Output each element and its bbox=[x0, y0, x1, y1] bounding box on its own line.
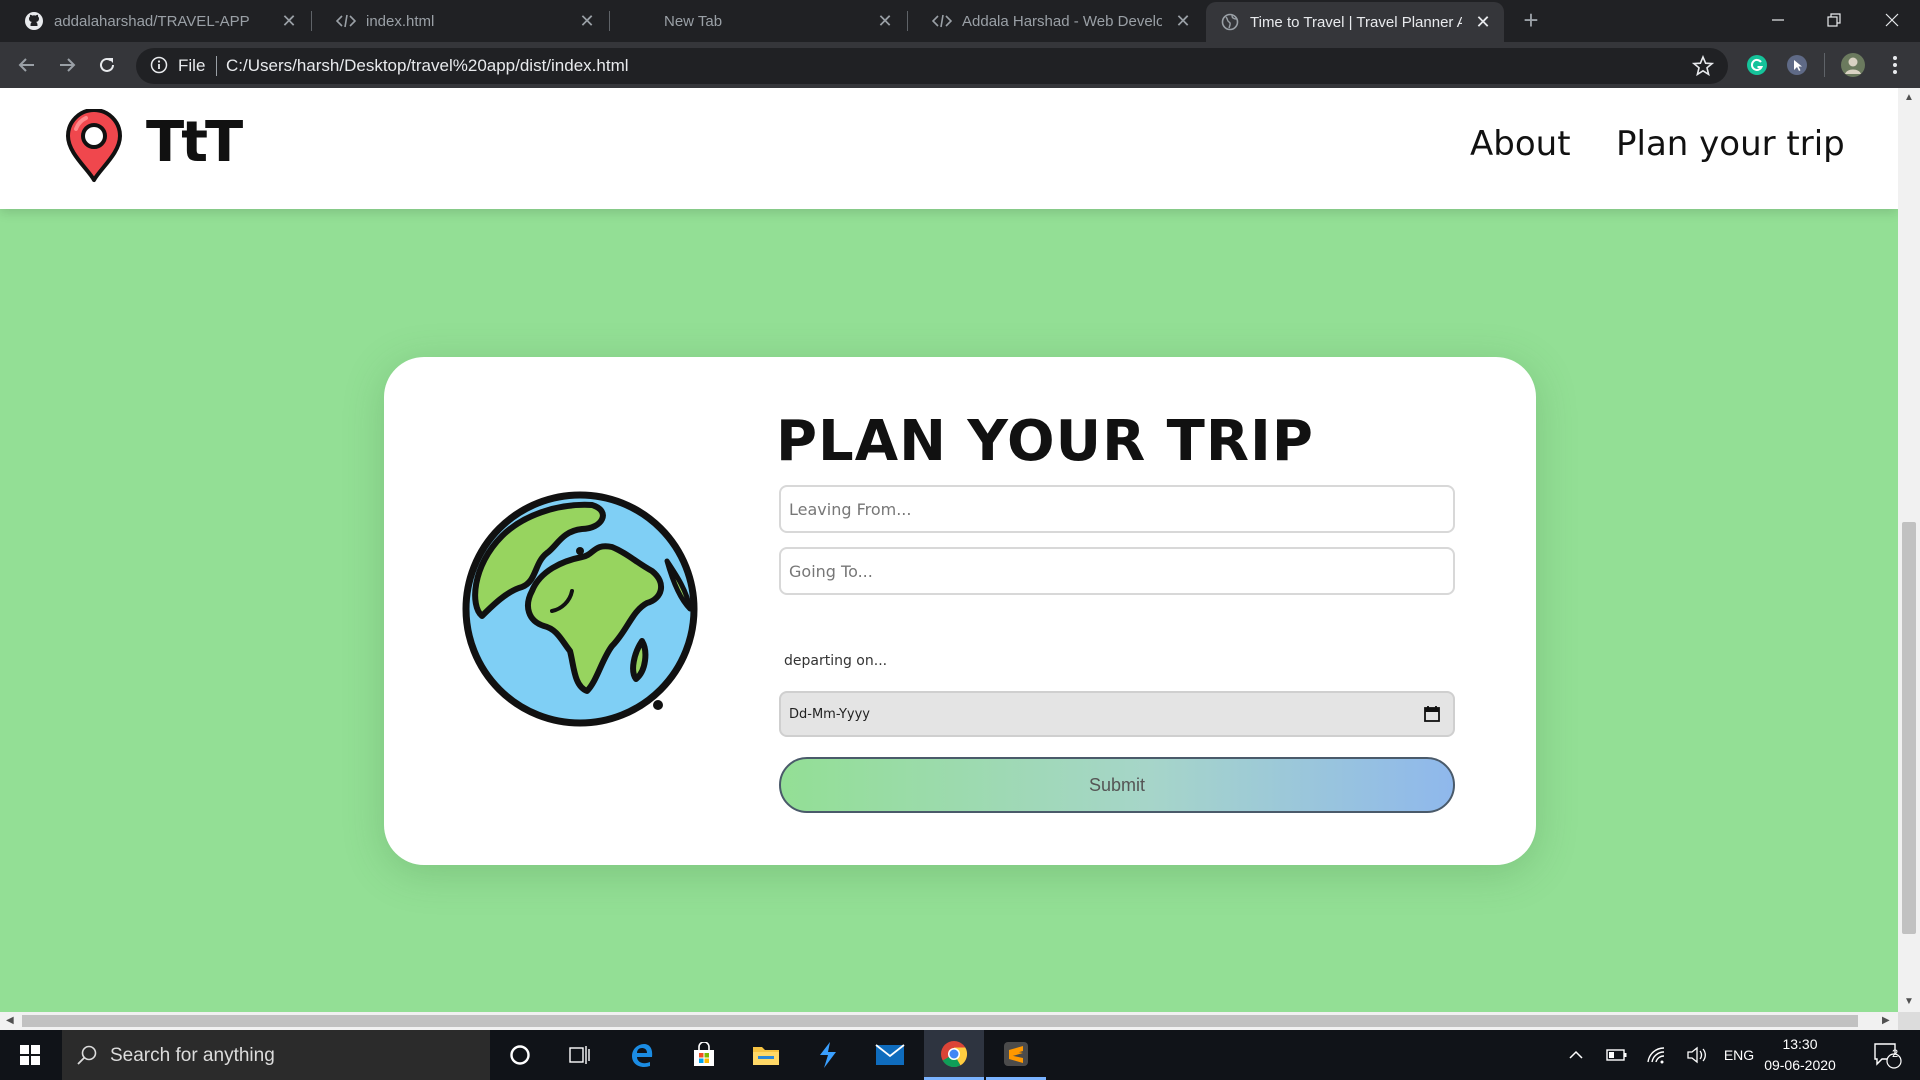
nav-link-about[interactable]: About bbox=[1470, 124, 1571, 164]
departure-date-input[interactable]: Dd-Mm-Yyyy bbox=[779, 691, 1455, 737]
restore-button[interactable] bbox=[1806, 0, 1862, 40]
departing-label: departing on... bbox=[784, 653, 888, 669]
clock-time: 13:30 bbox=[1782, 1036, 1818, 1052]
tab-new-tab[interactable]: New Tab ✕ bbox=[610, 0, 906, 42]
tab-portfolio[interactable]: Addala Harshad - Web Develope ✕ bbox=[908, 0, 1204, 42]
scroll-down-arrow-icon[interactable]: ▼ bbox=[1904, 996, 1914, 1007]
submit-button[interactable]: Submit bbox=[779, 757, 1455, 813]
close-tab-icon[interactable]: ✕ bbox=[1472, 11, 1494, 33]
clock-date: 09-06-2020 bbox=[1764, 1057, 1836, 1073]
wifi-icon[interactable] bbox=[1640, 1030, 1674, 1080]
forward-button[interactable] bbox=[50, 48, 84, 82]
grammarly-extension-icon[interactable] bbox=[1744, 52, 1770, 78]
horizontal-scroll-thumb[interactable] bbox=[22, 1015, 1858, 1027]
calendar-icon[interactable] bbox=[1423, 705, 1441, 727]
code-icon bbox=[336, 11, 356, 31]
new-tab-button[interactable]: + bbox=[1518, 7, 1544, 34]
page-viewport: TtT About Plan your trip PLAN YOUR TRIP … bbox=[0, 88, 1898, 1012]
battery-icon[interactable] bbox=[1600, 1030, 1634, 1080]
url-text[interactable]: C:/Users/harsh/Desktop/travel%20app/dist… bbox=[226, 56, 629, 76]
scroll-right-arrow-icon[interactable]: ▶ bbox=[1882, 1015, 1890, 1026]
browser-tab-strip: addalaharshad/TRAVEL-APP ✕ index.html ✕ … bbox=[0, 0, 1920, 42]
search-icon bbox=[76, 1044, 98, 1071]
taskbar-search-box[interactable]: Search for anything bbox=[62, 1030, 490, 1080]
tab-title: Addala Harshad - Web Develope bbox=[962, 12, 1162, 30]
site-header: TtT About Plan your trip bbox=[0, 88, 1898, 209]
close-window-button[interactable] bbox=[1864, 0, 1920, 40]
notification-count-badge: 2 bbox=[1892, 1048, 1899, 1060]
address-bar[interactable]: File C:/Users/harsh/Desktop/travel%20app… bbox=[136, 48, 1728, 84]
reload-button[interactable] bbox=[90, 48, 124, 82]
tab-title: New Tab bbox=[664, 12, 723, 30]
vertical-scroll-thumb[interactable] bbox=[1902, 522, 1916, 934]
sublime-text-icon[interactable] bbox=[986, 1030, 1046, 1080]
cursor-extension-icon[interactable] bbox=[1784, 52, 1810, 78]
toolbar-separator bbox=[1824, 53, 1825, 77]
nav-link-plan-trip[interactable]: Plan your trip bbox=[1616, 124, 1845, 164]
location-pin-icon[interactable] bbox=[64, 108, 124, 188]
code-icon bbox=[932, 11, 952, 31]
file-explorer-icon[interactable] bbox=[736, 1030, 796, 1080]
scrollbar-corner bbox=[1898, 1012, 1920, 1030]
taskbar-clock[interactable]: 13:30 09-06-2020 bbox=[1760, 1034, 1840, 1076]
globe-icon bbox=[1220, 12, 1240, 32]
scheme-label: File bbox=[178, 56, 206, 75]
mail-icon[interactable] bbox=[860, 1030, 920, 1080]
tab-title: index.html bbox=[366, 12, 435, 30]
task-view-icon[interactable] bbox=[550, 1030, 610, 1080]
github-icon bbox=[24, 11, 44, 31]
minimize-button[interactable] bbox=[1750, 0, 1806, 40]
scroll-left-arrow-icon[interactable]: ◀ bbox=[6, 1015, 14, 1026]
site-logo-text[interactable]: TtT bbox=[146, 110, 243, 175]
cortana-icon[interactable] bbox=[490, 1030, 550, 1080]
windows-taskbar: Search for anything ENG 13:30 09-06-2020 bbox=[0, 1030, 1920, 1080]
plan-trip-card: PLAN YOUR TRIP departing on... Dd-Mm-Yyy… bbox=[384, 357, 1536, 865]
tab-title: Time to Travel | Travel Planner Ap bbox=[1250, 13, 1462, 31]
browser-toolbar: File C:/Users/harsh/Desktop/travel%20app… bbox=[0, 42, 1920, 88]
tab-index-html[interactable]: index.html ✕ bbox=[312, 0, 608, 42]
edge-browser-icon[interactable] bbox=[612, 1030, 672, 1080]
close-tab-icon[interactable]: ✕ bbox=[576, 10, 598, 32]
profile-avatar[interactable] bbox=[1840, 52, 1866, 78]
microsoft-store-icon[interactable] bbox=[674, 1030, 734, 1080]
input-language-indicator[interactable]: ENG bbox=[1718, 1030, 1760, 1080]
date-value: Dd-Mm-Yyyy bbox=[789, 707, 871, 722]
address-separator bbox=[216, 56, 217, 76]
horizontal-scrollbar[interactable]: ◀ ▶ bbox=[0, 1012, 1898, 1030]
tab-github[interactable]: addalaharshad/TRAVEL-APP ✕ bbox=[0, 0, 310, 42]
taskbar-search-placeholder: Search for anything bbox=[110, 1045, 275, 1066]
going-to-input[interactable] bbox=[779, 547, 1455, 595]
blank-page-icon bbox=[634, 11, 654, 31]
star-bookmark-icon[interactable] bbox=[1691, 54, 1715, 82]
info-icon[interactable] bbox=[150, 56, 170, 76]
visual-studio-code-icon[interactable] bbox=[798, 1030, 858, 1080]
chrome-menu-icon[interactable] bbox=[1882, 52, 1908, 78]
close-tab-icon[interactable]: ✕ bbox=[278, 10, 300, 32]
vertical-scrollbar[interactable]: ▲ ▼ bbox=[1898, 88, 1920, 1012]
windows-start-icon[interactable] bbox=[0, 1030, 60, 1080]
earth-globe-icon bbox=[462, 491, 702, 736]
action-center-notifications-icon[interactable]: 2 bbox=[1862, 1030, 1912, 1080]
plan-trip-title: PLAN YOUR TRIP bbox=[776, 409, 1314, 474]
close-tab-icon[interactable]: ✕ bbox=[1172, 10, 1194, 32]
back-button[interactable] bbox=[10, 48, 44, 82]
show-hidden-icons-chevron-icon[interactable] bbox=[1560, 1030, 1592, 1080]
scroll-up-arrow-icon[interactable]: ▲ bbox=[1904, 92, 1914, 103]
volume-icon[interactable] bbox=[1680, 1030, 1714, 1080]
tab-title: addalaharshad/TRAVEL-APP bbox=[54, 12, 250, 30]
leaving-from-input[interactable] bbox=[779, 485, 1455, 533]
tab-time-to-travel[interactable]: Time to Travel | Travel Planner Ap ✕ bbox=[1206, 2, 1504, 42]
close-tab-icon[interactable]: ✕ bbox=[874, 10, 896, 32]
chrome-taskbar-icon[interactable] bbox=[924, 1030, 984, 1080]
